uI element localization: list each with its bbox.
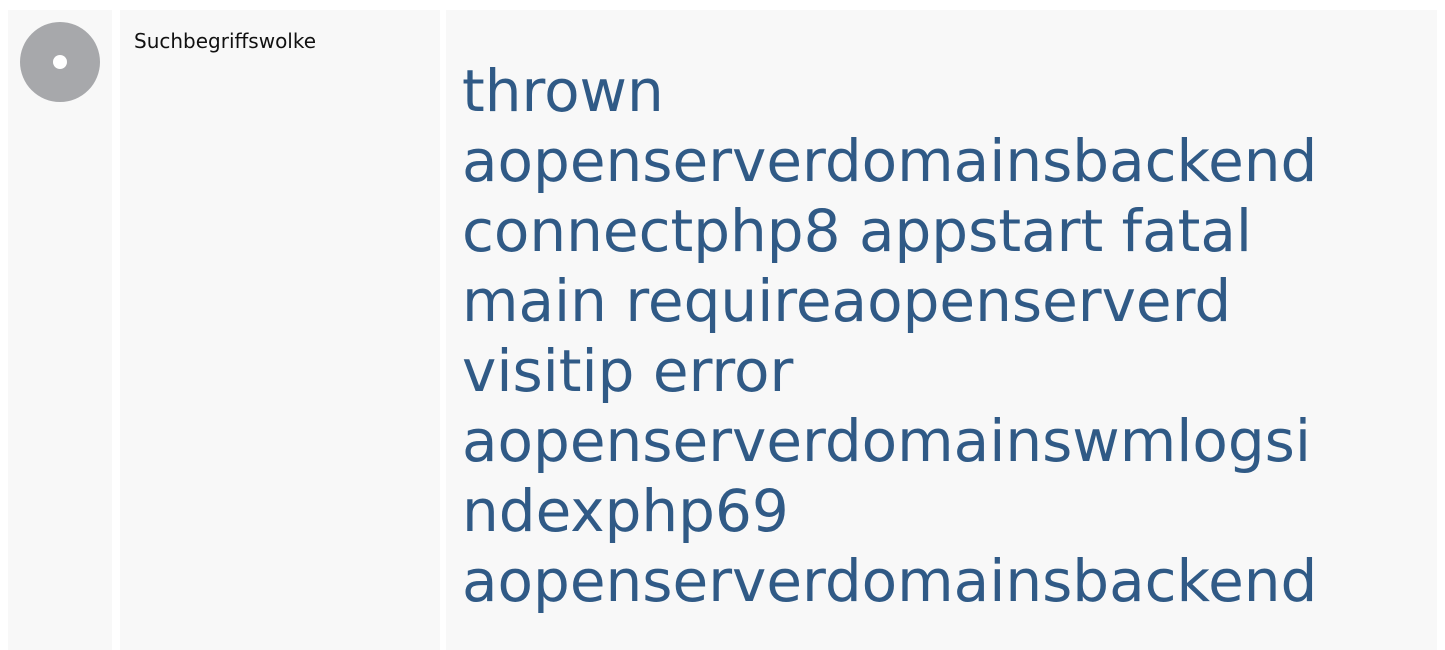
cloud-tag[interactable]: ndexphp69	[462, 477, 789, 545]
cloud-line: main requireaopenserverd	[462, 266, 1422, 336]
icon-center-dot	[53, 55, 67, 69]
cloud-tag[interactable]: visitip	[462, 337, 653, 405]
cloud-line: aopenserverdomainsbackend	[462, 546, 1422, 616]
cloud-tag[interactable]: aopenserverdomainsbackend	[462, 547, 1317, 615]
cloud-tag[interactable]: main	[462, 267, 625, 335]
cloud-tag[interactable]: thrown	[462, 57, 664, 125]
cloud-line: aopenserverdomainsbackend	[462, 126, 1422, 196]
circle-dot-icon	[20, 22, 100, 102]
cloud-line: ndexphp69	[462, 476, 1422, 546]
cloud-tag[interactable]: requireaopenserverd	[625, 267, 1231, 335]
cloud-line: connectphp8 appstart fatal	[462, 196, 1422, 266]
cloud-tag[interactable]: appstart	[859, 197, 1122, 265]
label-column: Suchbegriffswolke	[120, 10, 440, 650]
cloud-tag[interactable]: error	[653, 337, 793, 405]
tag-cloud-panel: thrown aopenserverdomainsbackend connect…	[446, 10, 1437, 650]
icon-column	[8, 10, 112, 650]
cloud-tag[interactable]: connectphp8	[462, 197, 859, 265]
cloud-line: visitip error	[462, 336, 1422, 406]
cloud-tag[interactable]: aopenserverdomainswmlogsi	[462, 407, 1311, 475]
cloud-tag[interactable]: fatal	[1122, 197, 1252, 265]
section-label: Suchbegriffswolke	[134, 29, 317, 53]
cloud-tag[interactable]: aopenserverdomainsbackend	[462, 127, 1317, 195]
tag-cloud: thrown aopenserverdomainsbackend connect…	[462, 56, 1422, 616]
cloud-line: aopenserverdomainswmlogsi	[462, 406, 1422, 476]
cloud-line: thrown	[462, 56, 1422, 126]
